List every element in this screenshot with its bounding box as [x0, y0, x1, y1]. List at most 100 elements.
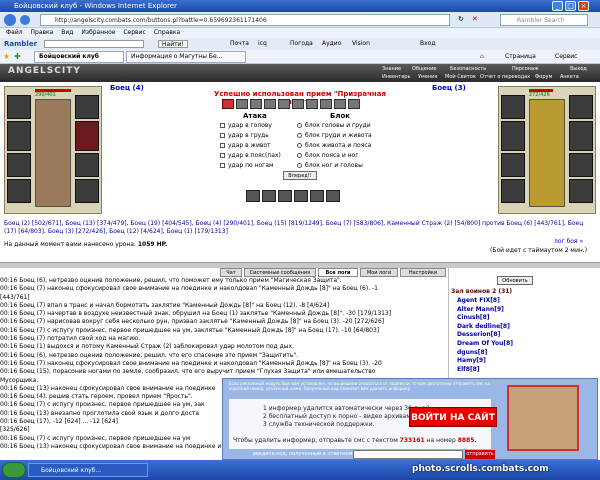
block-chest-stomach[interactable]: блок груди и живота	[297, 132, 372, 139]
nav-character[interactable]: Персонаж	[512, 66, 539, 72]
tab-chat[interactable]: Чат	[220, 268, 242, 277]
skill-slot-icon[interactable]	[236, 99, 248, 109]
armor-slot[interactable]	[7, 153, 31, 177]
enemy-weapon-slot[interactable]	[501, 121, 525, 151]
ring-slot[interactable]	[75, 95, 99, 119]
right-fighter-name[interactable]: Боец (3)	[432, 84, 466, 92]
player-item[interactable]: Elf8[8]	[457, 366, 513, 375]
enemy-belt-slot[interactable]	[501, 179, 525, 203]
skill-slot-icon[interactable]	[264, 99, 276, 109]
find-button[interactable]: Найти!	[158, 40, 188, 48]
player-item[interactable]: Hamy[9]	[457, 357, 513, 366]
action-slot-icon[interactable]	[294, 190, 308, 202]
menu-edit[interactable]: Правка	[31, 29, 54, 36]
favorites-star-icon[interactable]: ★	[3, 50, 10, 64]
toolbar-audio[interactable]: Аудио	[322, 38, 341, 50]
skill-slot-icon[interactable]	[320, 99, 332, 109]
tab-info[interactable]: Информация о Магутны Бе...	[126, 51, 246, 63]
toolbar-vision[interactable]: Vision	[352, 38, 370, 50]
address-input[interactable]: http://angelscity.combats.com/buttons.pl…	[40, 14, 450, 26]
ad-enter-site-button[interactable]: ВОЙТИ НА САЙТ	[409, 407, 497, 427]
enemy-helmet-slot[interactable]	[501, 95, 525, 119]
nav-profile[interactable]: Анкета	[560, 74, 579, 80]
shield-slot[interactable]	[75, 121, 99, 151]
heart-skill-icon[interactable]	[222, 99, 234, 109]
page-menu[interactable]: Страница	[505, 50, 536, 64]
stop-icon[interactable]: ✕	[472, 15, 478, 23]
nav-knowledge[interactable]: Знание	[382, 66, 401, 72]
tab-settings[interactable]: Настройки	[400, 268, 446, 277]
attack-legs[interactable]: удар по ногам	[220, 162, 274, 169]
block-waist-legs[interactable]: блок пояса и ног	[297, 152, 358, 159]
toolbar-icq[interactable]: icq	[258, 38, 267, 50]
player-item[interactable]: Agent FIX[8]	[457, 297, 513, 306]
nav-transfers[interactable]: Отчет о переводах	[480, 74, 530, 80]
left-fighter-name[interactable]: Боец (4)	[110, 84, 144, 92]
player-item[interactable]: Alter Mann[9]	[457, 306, 513, 315]
menu-favorites[interactable]: Избранное	[81, 29, 115, 36]
enemy-armor-slot[interactable]	[501, 153, 525, 177]
ad-code-input[interactable]	[353, 450, 463, 459]
action-slot-icon[interactable]	[278, 190, 292, 202]
maximize-button[interactable]: □	[565, 1, 576, 11]
player-item[interactable]: dguns[8]	[457, 349, 513, 358]
skill-slot-icon[interactable]	[292, 99, 304, 109]
battle-log-link[interactable]: лог боя »	[554, 238, 583, 245]
nav-skills[interactable]: Умения	[418, 74, 437, 80]
refresh-icon[interactable]: ↻	[458, 15, 464, 23]
helmet-slot[interactable]	[7, 95, 31, 119]
tab-system[interactable]: Системные сообщения	[244, 268, 316, 277]
skill-slot-icon[interactable]	[334, 99, 346, 109]
nav-forum[interactable]: Форум	[535, 74, 552, 80]
attack-groin[interactable]: удар в пояс(пах)	[220, 152, 281, 159]
skill-slot-icon[interactable]	[348, 99, 360, 109]
block-stomach-waist[interactable]: блок живота и пояса	[297, 142, 371, 149]
skill-slot-icon[interactable]	[250, 99, 262, 109]
menu-help[interactable]: Справка	[154, 29, 180, 36]
block-legs-head[interactable]: блок ног и головы	[297, 162, 363, 169]
toolbar-mail[interactable]: Почта	[230, 38, 249, 50]
action-slot-icon[interactable]	[262, 190, 276, 202]
menu-file[interactable]: Файл	[6, 29, 23, 36]
close-button[interactable]: ×	[578, 1, 589, 11]
boots-slot[interactable]	[75, 179, 99, 203]
nav-security[interactable]: Безопасность	[450, 66, 486, 72]
toolbar-weather[interactable]: Погода	[290, 38, 313, 50]
nav-scroll[interactable]: Мой Свиток	[445, 74, 476, 80]
skill-slot-icon[interactable]	[306, 99, 318, 109]
enemy-ring-slot[interactable]	[569, 95, 593, 119]
add-favorite-icon[interactable]: ✚	[14, 50, 21, 64]
action-slot-icon[interactable]	[246, 190, 260, 202]
taskbar-item[interactable]: Бойцовский клуб...	[28, 463, 148, 477]
attack-head[interactable]: удар в голову	[220, 122, 272, 129]
enemy-shield-slot[interactable]	[569, 121, 593, 151]
back-icon[interactable]	[4, 14, 16, 26]
player-item[interactable]: Cinush[8]	[457, 314, 513, 323]
menu-tools[interactable]: Сервис	[123, 29, 145, 36]
enemy-gloves-slot[interactable]	[569, 153, 593, 177]
skill-slot-icon[interactable]	[278, 99, 290, 109]
tab-my-logs[interactable]: Мои логи	[360, 268, 398, 277]
action-slot-icon[interactable]	[310, 190, 324, 202]
weapon-slot[interactable]	[7, 121, 31, 151]
nav-inventory[interactable]: Инвентарь	[382, 74, 410, 80]
player-item[interactable]: Dream Of You[8]	[457, 340, 513, 349]
start-button[interactable]	[2, 462, 26, 478]
enemy-boots-slot[interactable]	[569, 179, 593, 203]
rambler-search-input[interactable]	[44, 40, 144, 48]
tab-combats[interactable]: Бойцовский клуб	[34, 51, 124, 63]
block-head-chest[interactable]: блок головы и груди	[297, 122, 371, 129]
forward-icon[interactable]	[20, 15, 30, 25]
player-item[interactable]: Desserion[8]	[457, 331, 513, 340]
toolbar-login[interactable]: Вход	[420, 38, 436, 50]
tab-all-logs[interactable]: Все логи	[318, 268, 358, 277]
attack-chest[interactable]: удар в грудь	[220, 132, 269, 139]
nav-communication[interactable]: Общение	[412, 66, 436, 72]
ad-send-button[interactable]: отправить	[465, 450, 495, 459]
menu-view[interactable]: Вид	[61, 29, 73, 36]
attack-stomach[interactable]: удар в живот	[220, 142, 271, 149]
nav-exit[interactable]: Выход	[570, 66, 587, 72]
home-icon[interactable]: ⌂	[480, 50, 484, 64]
refresh-players-button[interactable]: Обновить	[497, 276, 533, 285]
player-item[interactable]: Dark dedline[8]	[457, 323, 513, 332]
